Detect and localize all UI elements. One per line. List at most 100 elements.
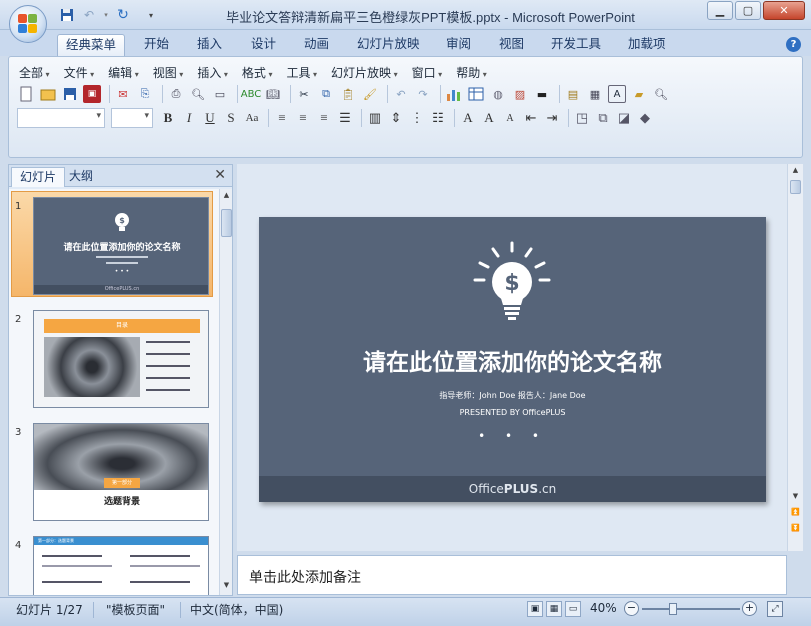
close-button[interactable]: ✕	[763, 1, 805, 20]
new-slide-icon[interactable]: ▤	[564, 85, 582, 103]
minimize-button[interactable]: ▁	[707, 1, 733, 20]
textbox-icon[interactable]: A	[608, 85, 626, 103]
font-name-combo[interactable]	[17, 108, 105, 128]
numbering-icon[interactable]: ⋮	[408, 109, 426, 127]
tab-outline[interactable]: 大纲	[61, 167, 101, 187]
zoom-out-icon[interactable]: −	[624, 601, 639, 616]
mail-icon[interactable]: ✉	[114, 85, 132, 103]
slide-sorter-icon[interactable]: ▦	[546, 601, 562, 617]
scroll-up-icon[interactable]: ▲	[790, 166, 801, 178]
save-icon[interactable]	[61, 85, 79, 103]
clipart-icon[interactable]: ◍	[489, 85, 507, 103]
previous-slide-icon[interactable]: ⏫	[790, 508, 801, 520]
bullets-icon[interactable]: ☷	[429, 109, 447, 127]
color-grayscale-icon[interactable]: ▬	[533, 85, 551, 103]
menu-tools[interactable]: 工具	[286, 64, 317, 81]
bold-icon[interactable]: B	[159, 109, 177, 127]
slide-scrollbar[interactable]: ▲ ▼ ⏫ ⏬	[787, 164, 803, 551]
office-button[interactable]	[9, 5, 47, 43]
undo-icon[interactable]: ↶	[80, 6, 98, 24]
slide-thumbnail[interactable]: 目录	[33, 310, 209, 408]
tab-addins[interactable]: 加载项	[620, 34, 674, 56]
layout-icon[interactable]: ▦	[586, 85, 604, 103]
scroll-down-icon[interactable]: ▼	[790, 492, 801, 504]
find-icon[interactable]: 🔍︎	[652, 85, 670, 103]
permission-icon[interactable]: ▣	[83, 85, 101, 103]
menu-all[interactable]: 全部	[19, 64, 50, 81]
slide-thumbnail[interactable]: $ 请在此位置添加你的论文名称 • • • OfficePLUS.cn	[33, 197, 209, 295]
scroll-thumb[interactable]	[221, 209, 232, 237]
slide-title[interactable]: 请在此位置添加你的论文名称	[259, 343, 766, 377]
shapes-icon[interactable]: ◳	[573, 109, 591, 127]
next-slide-icon[interactable]: ⏬	[790, 524, 801, 536]
increase-indent-icon[interactable]: ⇥	[543, 109, 561, 127]
tab-review[interactable]: 审阅	[438, 34, 479, 56]
slide-view-icon[interactable]: ▭	[211, 85, 229, 103]
menu-format[interactable]: 格式	[242, 64, 273, 81]
language-indicator[interactable]: 中文(简体，中国)	[190, 601, 283, 618]
align-left-icon[interactable]: ≡	[273, 109, 291, 127]
font-size-combo[interactable]	[111, 108, 153, 128]
folder-icon[interactable]: ▰	[630, 85, 648, 103]
align-right-icon[interactable]: ≡	[315, 109, 333, 127]
menu-insert[interactable]: 插入	[197, 64, 228, 81]
scroll-thumb[interactable]	[790, 180, 801, 194]
redo-icon[interactable]: ↷	[414, 85, 432, 103]
format-painter-icon[interactable]: 🖌︎	[361, 85, 379, 103]
tab-classic-menu[interactable]: 经典菜单	[57, 34, 126, 56]
notes-pane[interactable]: 单击此处添加备注	[237, 555, 787, 595]
tab-home[interactable]: 开始	[136, 34, 177, 56]
thumbnail-scrollbar[interactable]: ▲ ▼	[219, 189, 232, 595]
tab-animations[interactable]: 动画	[296, 34, 337, 56]
slideshow-view-icon[interactable]: ▭	[565, 601, 581, 617]
change-case-icon[interactable]: Aa	[243, 109, 261, 127]
slide-thumbnail[interactable]: 第一部分：选题背景	[33, 536, 209, 595]
scroll-up-icon[interactable]: ▲	[221, 191, 232, 203]
customize-qat-icon[interactable]: ▾	[146, 6, 156, 24]
cut-icon[interactable]: ✂	[295, 85, 313, 103]
justify-icon[interactable]: ☰	[336, 109, 354, 127]
help-icon[interactable]: ?	[786, 37, 801, 52]
slide-thumbnail[interactable]: 第一部分 选题背景	[33, 423, 209, 521]
print-preview-icon[interactable]: 🔍︎	[189, 85, 207, 103]
new-icon[interactable]	[17, 85, 35, 103]
undo-dropdown-icon[interactable]: ▾	[102, 6, 110, 24]
copy-icon[interactable]: ⧉	[317, 85, 335, 103]
picture-icon[interactable]: ▨	[511, 85, 529, 103]
italic-icon[interactable]: I	[180, 109, 198, 127]
fit-to-window-icon[interactable]: ⤢	[767, 601, 783, 617]
menu-edit[interactable]: 编辑	[108, 64, 139, 81]
align-center-icon[interactable]: ≡	[294, 109, 312, 127]
close-icon[interactable]: ✕	[214, 167, 226, 183]
tab-developer[interactable]: 开发工具	[543, 34, 609, 56]
zoom-slider-thumb[interactable]	[669, 603, 677, 615]
tab-slides[interactable]: 幻灯片	[11, 167, 66, 187]
zoom-level[interactable]: 40%	[590, 601, 617, 615]
decrease-indent-icon[interactable]: ⇤	[522, 109, 540, 127]
underline-icon[interactable]: U	[201, 109, 219, 127]
export-icon[interactable]: ⎘	[136, 85, 154, 103]
undo-icon[interactable]: ↶	[392, 85, 410, 103]
chart-icon[interactable]	[445, 85, 463, 103]
columns-icon[interactable]: ▥	[366, 109, 384, 127]
scroll-down-icon[interactable]: ▼	[221, 581, 232, 593]
template-name[interactable]: "模板页面"	[106, 601, 165, 618]
open-icon[interactable]	[39, 85, 57, 103]
menu-help[interactable]: 帮助	[456, 64, 487, 81]
normal-view-icon[interactable]: ▣	[527, 601, 543, 617]
tab-view[interactable]: 视图	[491, 34, 532, 56]
grow-font-icon[interactable]: A	[480, 109, 498, 127]
save-icon[interactable]	[58, 6, 76, 24]
shape-fill-icon[interactable]: ◆	[636, 109, 654, 127]
strikethrough-icon[interactable]: S	[222, 109, 240, 127]
slide-advisor-line[interactable]: 指导老师：John Doe 报告人：Jane Doe	[259, 390, 766, 401]
menu-file[interactable]: 文件	[64, 64, 95, 81]
tab-slideshow[interactable]: 幻灯片放映	[349, 34, 428, 56]
slide-presented-line[interactable]: PRESENTED BY OfficePLUS	[259, 408, 766, 417]
tab-insert[interactable]: 插入	[189, 34, 230, 56]
menu-window[interactable]: 窗口	[412, 64, 443, 81]
paste-icon[interactable]: 📋︎	[339, 85, 357, 103]
arrange-icon[interactable]: ⧉	[594, 109, 612, 127]
research-icon[interactable]: 📖︎	[264, 85, 282, 103]
shrink-font-icon[interactable]: A	[501, 109, 519, 127]
